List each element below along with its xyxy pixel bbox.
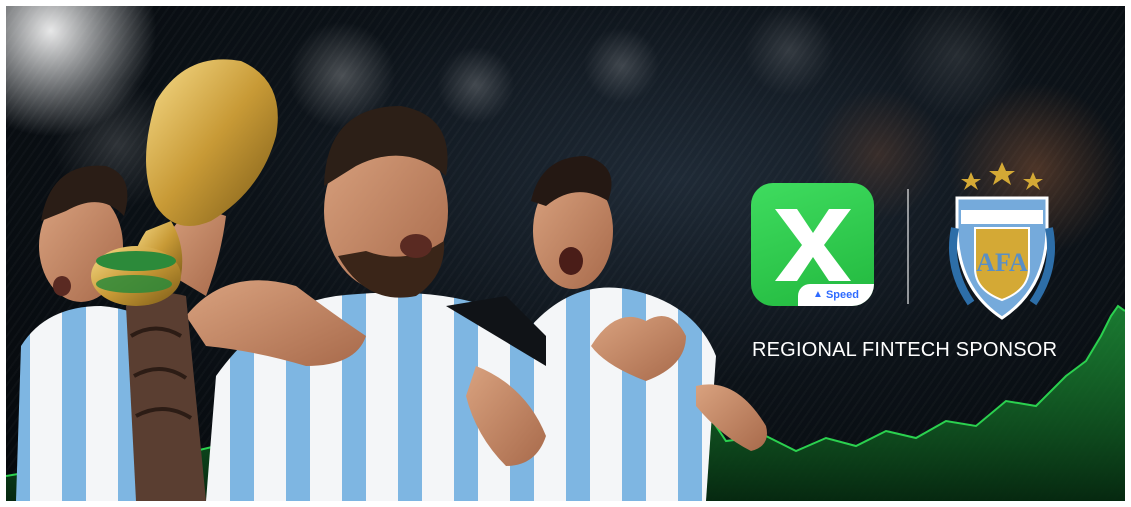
sponsor-tagline: REGIONAL FINTECH SPONSOR: [752, 339, 1058, 361]
rocket-icon: ▲: [813, 289, 823, 300]
hero-banner: ▲ Speed AFA REGIONAL FINTECH SPONSOR: [6, 6, 1125, 501]
app-logo: ▲ Speed: [751, 183, 874, 306]
logo-divider: [907, 189, 909, 304]
afa-crest-icon: AFA: [949, 162, 1055, 320]
speed-badge-label: Speed: [825, 289, 859, 301]
speed-badge: ▲ Speed: [798, 284, 874, 306]
crest-stars: [961, 162, 1043, 190]
crest-text: AFA: [976, 248, 1028, 277]
